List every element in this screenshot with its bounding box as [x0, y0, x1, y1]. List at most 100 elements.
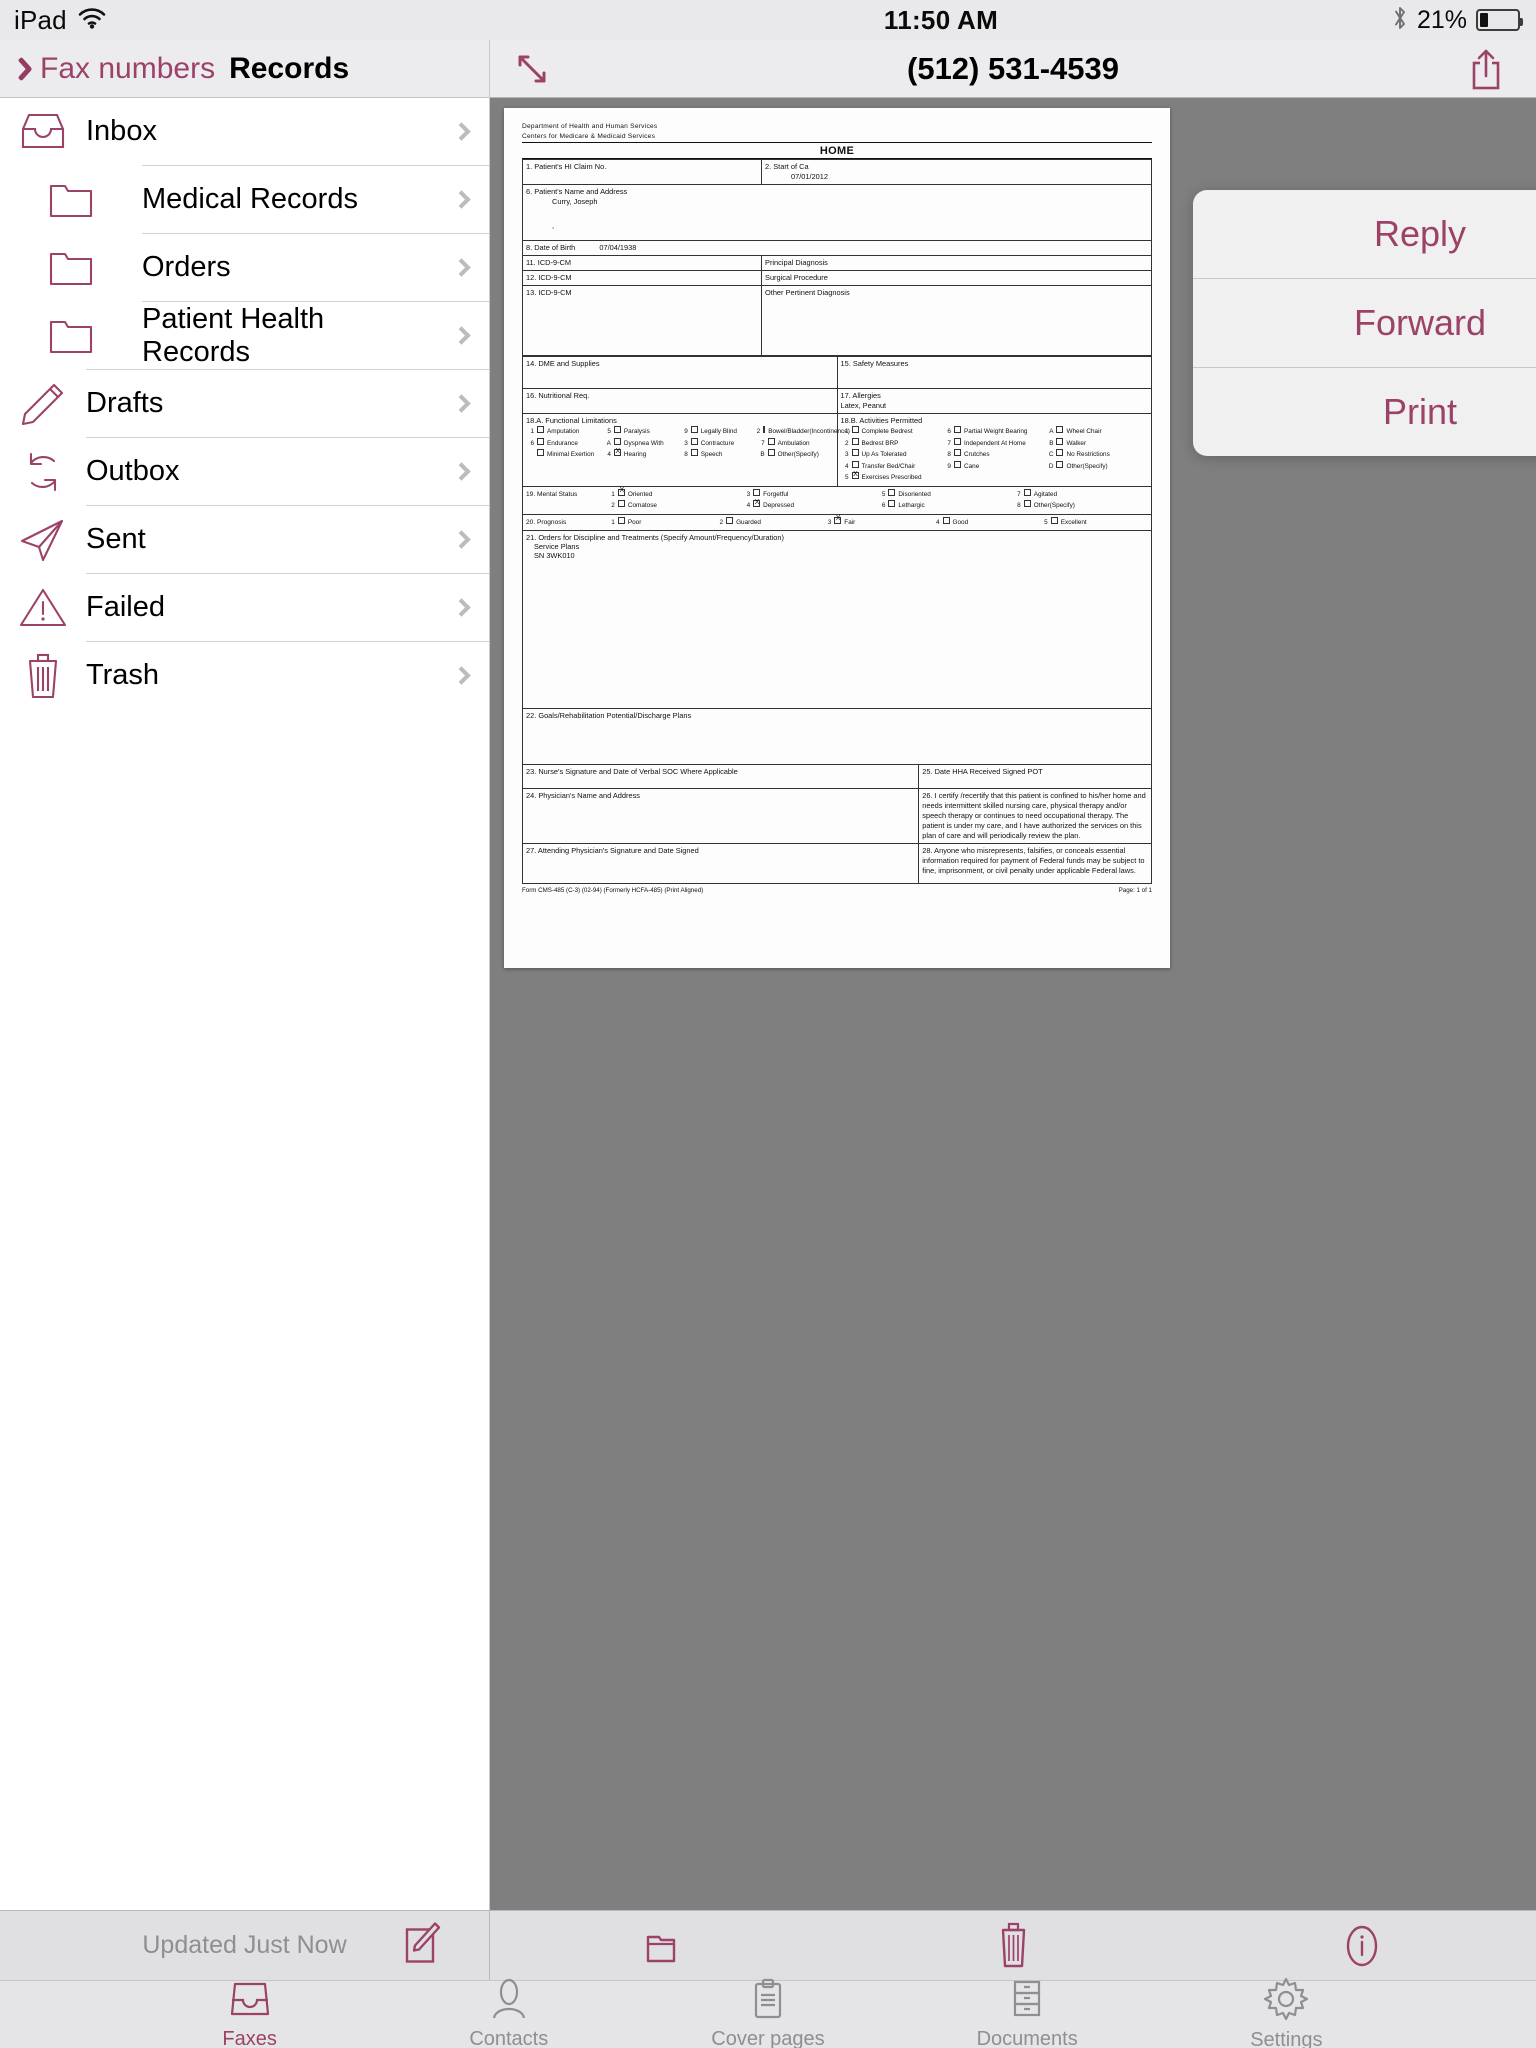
chevron-right-icon — [433, 394, 489, 413]
checkbox — [537, 437, 544, 445]
checkbox — [763, 426, 766, 433]
agency-line-2: Centers for Medicare & Medicaid Services — [522, 132, 656, 140]
fax-page[interactable]: Department of Health and Human Services … — [504, 108, 1170, 968]
refresh-arrows-icon — [0, 448, 86, 496]
checkbox — [767, 449, 775, 456]
field-8-cell: 8. Date of Birth 07/04/1938 — [522, 240, 1152, 256]
pencil-icon — [0, 380, 86, 428]
field-26-text: 26. I certify /recertify that this patie… — [918, 787, 1152, 844]
checkbox-label: Fair — [844, 518, 856, 526]
split-view: Fax numbers Records Inbox Medical Records… — [0, 40, 1536, 1910]
checkbox-label: Partial Weight Bearing — [963, 428, 1028, 435]
form-checkbox-item: 4Depressed — [742, 499, 877, 512]
checkbox-label: Depressed — [763, 502, 795, 509]
form-checkbox-item: 8 Speech — [680, 449, 757, 461]
checkbox — [851, 460, 859, 468]
clock: 11:50 AM — [883, 4, 999, 35]
field-20-block: 20. Prognosis 1Poor2Guarded3Fair4Good5Ex… — [522, 514, 1152, 531]
sidebar-item-inbox[interactable]: Inbox — [0, 98, 489, 165]
document-viewer[interactable]: Department of Health and Human Services … — [490, 98, 1536, 1910]
faxes-tray-icon — [227, 1978, 273, 2025]
status-bar-right: 21% — [1392, 5, 1536, 36]
form-checkbox-item: B Other(Specify) — [757, 449, 834, 461]
tab-faxes[interactable]: Faxes — [165, 1978, 335, 2048]
checkbox-label: Dyspnea With — [623, 439, 664, 447]
sidebar-item-sent[interactable]: Sent — [0, 506, 489, 573]
tab-documents[interactable]: Documents — [942, 1978, 1112, 2048]
field-11-value: Principal Diagnosis — [761, 255, 1152, 271]
sidebar-item-orders[interactable]: Orders — [0, 234, 489, 301]
form-checkbox-item: 7 Agitated — [1013, 488, 1148, 501]
checkbox-label: Lethargic — [898, 502, 925, 509]
sidebar-item-trash[interactable]: Trash — [0, 642, 489, 709]
form-footer: Form CMS-485 (C-3) (02-94) (Formerly HCF… — [522, 886, 704, 894]
tab-label: Settings — [1250, 2029, 1323, 2048]
checkbox-label: Ambulation — [777, 439, 810, 447]
folder-move-icon[interactable] — [641, 1923, 687, 1969]
field-28-text: 28. Anyone who misrepresents, falsifies,… — [918, 842, 1152, 884]
tab-cover-pages[interactable]: Cover pages — [683, 1978, 853, 2048]
sidebar-item-failed[interactable]: Failed — [0, 574, 489, 641]
bluetooth-icon — [1392, 5, 1408, 36]
field-13-value: Other Pertinent Diagnosis — [761, 285, 1152, 356]
checkbox-label: Other(Specify) — [1033, 502, 1075, 509]
field-17-cell: 17. Allergies Latex, Peanut — [836, 388, 1152, 414]
checkbox-label: Other(Specify) — [777, 451, 819, 458]
sidebar-item-outbox[interactable]: Outbox — [0, 438, 489, 505]
popover-item-reply[interactable]: Reply — [1193, 190, 1536, 278]
checkbox — [851, 471, 859, 479]
form-checkbox-item: 2 Comatose — [607, 500, 742, 512]
wifi-icon — [77, 7, 107, 34]
info-icon[interactable] — [1339, 1922, 1385, 1970]
ipad-screen: iPad 11:50 AM 21% Fax numbers Records In… — [0, 0, 1536, 2048]
field-21-label: 21. Orders for Discipline and Treatments… — [526, 533, 784, 542]
sidebar-item-drafts[interactable]: Drafts — [0, 370, 489, 437]
popover-item-forward[interactable]: Forward — [1193, 279, 1536, 367]
field-1-cell: 1. Patient's HI Claim No. — [521, 159, 763, 185]
checkbox — [888, 488, 896, 496]
page-footer: Page: 1 of 1 — [1118, 886, 1152, 894]
checkbox — [953, 437, 961, 445]
tab-label: Contacts — [469, 2028, 549, 2048]
checkbox — [1056, 437, 1064, 445]
field-21-line-2: SN 3WK010 — [534, 551, 575, 560]
chevron-right-icon — [433, 530, 489, 549]
battery-percent: 21% — [1416, 5, 1467, 34]
sidebar-item-medical-records[interactable]: Medical Records — [0, 166, 489, 233]
sidebar-item-patient-health-records[interactable]: Patient Health Records — [0, 302, 489, 369]
tab-label: Faxes — [222, 2028, 277, 2048]
form-checkbox-item: 1 Amputation — [526, 426, 603, 438]
file-cabinet-icon — [1006, 1978, 1048, 2025]
field-6-value: Curry, Joseph — [552, 197, 598, 206]
tab-contacts[interactable]: Contacts — [424, 1978, 594, 2048]
expand-diagonal-icon[interactable] — [512, 49, 568, 89]
checkbox — [1023, 500, 1031, 507]
popover-item-print[interactable]: Print — [1193, 368, 1536, 456]
field-2-label: 2. Start of Ca — [765, 162, 809, 171]
toolbar-left-section: Updated Just Now — [0, 1911, 490, 1980]
compose-icon[interactable] — [399, 1920, 443, 1971]
tab-settings[interactable]: Settings — [1201, 1977, 1371, 2048]
checkbox-label: Crutches — [963, 451, 990, 458]
checkbox-label: Contracture — [700, 439, 735, 447]
form-checkbox-item: 2 Bedrest BRP — [841, 437, 943, 450]
sidebar-item-label: Patient Health Records — [142, 302, 325, 368]
checkbox — [613, 448, 621, 456]
field-25-label: 25. Date HHA Received Signed POT — [918, 765, 1152, 789]
form-checkbox-item: 3Fair — [823, 515, 931, 529]
field-22-label: 22. Goals/Rehabilitation Potential/Disch… — [526, 711, 692, 720]
form-checkbox-item: 2 Guarded — [715, 516, 823, 529]
field-15-label: 15. Safety Measures — [836, 356, 1152, 389]
back-button-label[interactable]: Fax numbers — [40, 52, 215, 86]
checkbox — [753, 499, 761, 507]
prognosis-grid: 1Poor2Guarded3Fair4Good5Excellent — [607, 515, 1148, 529]
gear-icon — [1263, 1977, 1309, 2026]
form-checkbox-item: 6 Lethargic — [877, 500, 1012, 512]
field-1-label: 1. Patient's HI Claim No. — [526, 162, 607, 171]
back-chevron-icon[interactable] — [12, 54, 30, 84]
share-icon[interactable] — [1458, 46, 1514, 92]
form-checkbox-item: 5 Disoriented — [877, 488, 1012, 501]
checkbox-label: Poor — [627, 518, 642, 526]
checkbox — [690, 437, 698, 445]
trash-icon[interactable] — [990, 1920, 1036, 1972]
